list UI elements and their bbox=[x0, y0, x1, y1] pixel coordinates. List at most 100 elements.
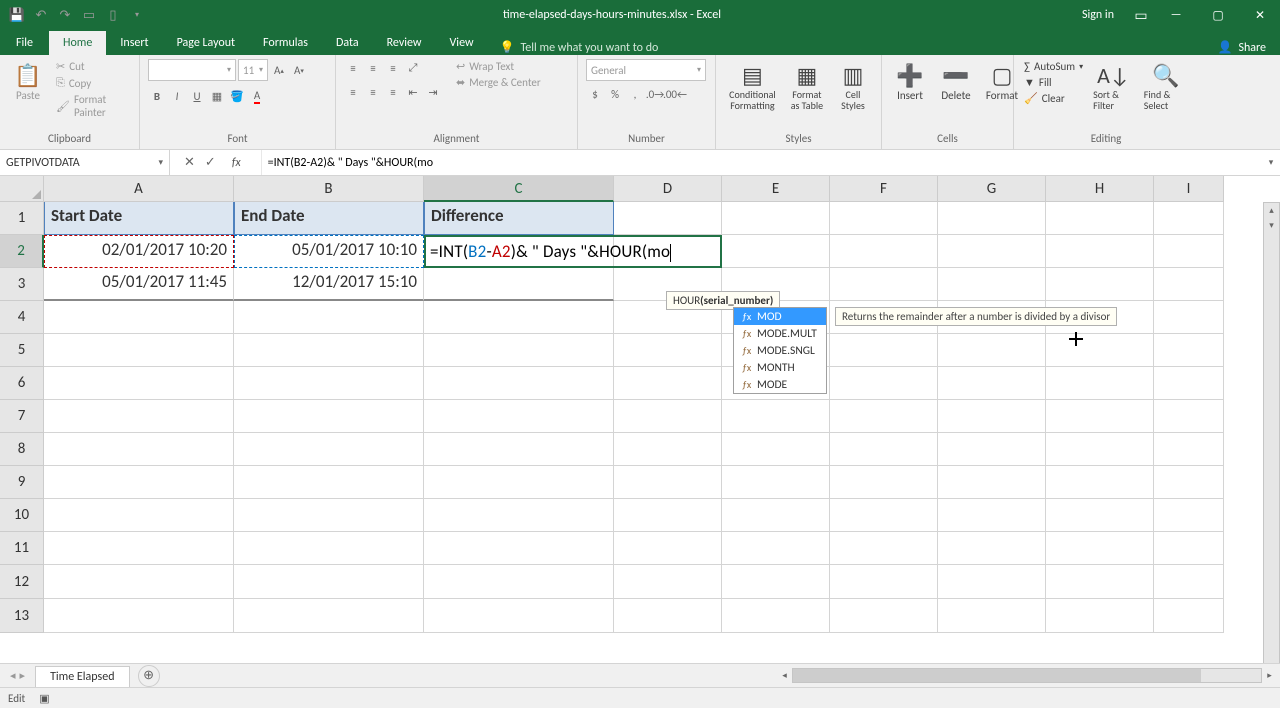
column-header-D[interactable]: D bbox=[614, 176, 722, 202]
number-format-select[interactable]: General▾ bbox=[586, 59, 706, 81]
font-size-input[interactable]: 11▾ bbox=[238, 59, 268, 81]
autocomplete-item[interactable]: ƒxMONTH bbox=[734, 359, 826, 376]
cell[interactable] bbox=[722, 532, 830, 565]
delete-cells-button[interactable]: ➖Delete bbox=[936, 59, 976, 104]
border-icon[interactable]: ▦ bbox=[208, 87, 226, 105]
cell[interactable] bbox=[1154, 268, 1224, 301]
editing-cell-C2[interactable]: =INT(B2-A2)& " Days "&HOUR(mo bbox=[424, 235, 722, 268]
row-header-4[interactable]: 4 bbox=[0, 301, 44, 334]
cell[interactable] bbox=[1046, 565, 1154, 599]
cell[interactable] bbox=[722, 466, 830, 499]
row-header-7[interactable]: 7 bbox=[0, 400, 44, 433]
cell[interactable] bbox=[234, 466, 424, 499]
cell[interactable] bbox=[830, 565, 938, 599]
save-icon[interactable]: 💾 bbox=[6, 4, 28, 26]
merge-center-button[interactable]: ⬌Merge & Center bbox=[454, 75, 543, 90]
qat-dropdown-icon[interactable]: ▾ bbox=[126, 4, 148, 26]
wrap-text-button[interactable]: ↩Wrap Text bbox=[454, 59, 543, 74]
cell[interactable] bbox=[722, 235, 830, 268]
underline-icon[interactable]: U bbox=[188, 87, 206, 105]
row-header-2[interactable]: 2 bbox=[0, 235, 44, 268]
cell[interactable] bbox=[1046, 202, 1154, 235]
cell[interactable] bbox=[722, 499, 830, 532]
indent-dec-icon[interactable]: ⇤ bbox=[404, 83, 422, 101]
cell[interactable] bbox=[44, 499, 234, 532]
cell-A3[interactable]: 05/01/2017 11:45 bbox=[44, 268, 234, 301]
fx-icon[interactable]: fx bbox=[226, 156, 247, 170]
cell[interactable] bbox=[830, 202, 938, 235]
ribbon-options-icon[interactable]: ▭ bbox=[1126, 7, 1156, 24]
cell[interactable] bbox=[424, 532, 614, 565]
scroll-up-icon[interactable]: ▴ bbox=[1264, 203, 1279, 218]
tab-file[interactable]: File bbox=[0, 31, 49, 55]
cell[interactable] bbox=[234, 532, 424, 565]
row-header-1[interactable]: 1 bbox=[0, 202, 44, 235]
cell[interactable] bbox=[424, 499, 614, 532]
minimize-icon[interactable]: — bbox=[1156, 0, 1196, 30]
cell[interactable] bbox=[614, 466, 722, 499]
cell[interactable] bbox=[44, 334, 234, 367]
cell[interactable] bbox=[44, 367, 234, 400]
maximize-icon[interactable]: ▢ bbox=[1198, 0, 1238, 30]
cell[interactable] bbox=[1046, 466, 1154, 499]
column-header-B[interactable]: B bbox=[234, 176, 424, 202]
tab-review[interactable]: Review bbox=[373, 31, 436, 55]
currency-icon[interactable]: $ bbox=[586, 85, 604, 103]
cell[interactable] bbox=[938, 268, 1046, 301]
clear-button[interactable]: 🧹Clear bbox=[1022, 91, 1085, 106]
cell-styles-button[interactable]: ▥Cell Styles bbox=[833, 59, 873, 113]
indent-inc-icon[interactable]: ⇥ bbox=[424, 83, 442, 101]
sheet-nav-next-icon[interactable]: ▸ bbox=[20, 669, 26, 682]
dec-decimal-icon[interactable]: .00← bbox=[666, 85, 684, 103]
sheet-nav-prev-icon[interactable]: ◂ bbox=[10, 669, 16, 682]
cell[interactable] bbox=[614, 499, 722, 532]
cut-button[interactable]: ✂Cut bbox=[54, 59, 131, 74]
align-bottom-icon[interactable]: ≡ bbox=[384, 59, 402, 77]
percent-icon[interactable]: % bbox=[606, 85, 624, 103]
cell[interactable] bbox=[938, 532, 1046, 565]
cell[interactable] bbox=[1154, 532, 1224, 565]
column-header-H[interactable]: H bbox=[1046, 176, 1154, 202]
cell[interactable] bbox=[614, 532, 722, 565]
name-box[interactable]: GETPIVOTDATA ▾ bbox=[0, 150, 170, 175]
row-header-6[interactable]: 6 bbox=[0, 367, 44, 400]
row-header-11[interactable]: 11 bbox=[0, 532, 44, 565]
align-middle-icon[interactable]: ≡ bbox=[364, 59, 382, 77]
cell[interactable] bbox=[938, 565, 1046, 599]
close-icon[interactable]: ✕ bbox=[1240, 0, 1280, 30]
cell[interactable] bbox=[614, 565, 722, 599]
cell[interactable] bbox=[1154, 565, 1224, 599]
cell[interactable] bbox=[614, 334, 722, 367]
horizontal-scrollbar[interactable]: ◂ ▸ bbox=[792, 668, 1262, 683]
cell[interactable] bbox=[1154, 367, 1224, 400]
column-header-I[interactable]: I bbox=[1154, 176, 1224, 202]
orientation-icon[interactable]: ⤢ bbox=[404, 59, 422, 77]
cell[interactable] bbox=[424, 466, 614, 499]
cell[interactable] bbox=[938, 499, 1046, 532]
cell[interactable] bbox=[1046, 599, 1154, 633]
cell[interactable] bbox=[722, 400, 830, 433]
cell[interactable] bbox=[1046, 235, 1154, 268]
qat-btn-1[interactable]: ▭ bbox=[78, 4, 100, 26]
autosum-button[interactable]: ∑AutoSum▾ bbox=[1022, 59, 1085, 74]
cell[interactable] bbox=[722, 202, 830, 235]
bold-icon[interactable]: B bbox=[148, 87, 166, 105]
tab-formulas[interactable]: Formulas bbox=[249, 31, 322, 55]
cell[interactable] bbox=[234, 400, 424, 433]
row-header-12[interactable]: 12 bbox=[0, 565, 44, 599]
redo-icon[interactable]: ↷ bbox=[54, 4, 76, 26]
cell[interactable] bbox=[938, 599, 1046, 633]
font-name-input[interactable]: ▾ bbox=[148, 59, 236, 81]
cell-A1[interactable]: Start Date bbox=[44, 202, 234, 235]
format-as-table-button[interactable]: ▦Format as Table bbox=[787, 59, 827, 113]
align-right-icon[interactable]: ≡ bbox=[384, 83, 402, 101]
conditional-formatting-button[interactable]: ▤Conditional Formatting bbox=[724, 59, 781, 113]
formula-expand-icon[interactable]: ▾ bbox=[1262, 157, 1280, 168]
select-all-corner[interactable] bbox=[0, 176, 44, 202]
cell[interactable] bbox=[1046, 499, 1154, 532]
grow-font-icon[interactable]: A▴ bbox=[270, 61, 288, 79]
cell[interactable] bbox=[1154, 235, 1224, 268]
comma-icon[interactable]: , bbox=[626, 85, 644, 103]
cell[interactable] bbox=[1154, 599, 1224, 633]
share-button[interactable]: 👤 Share bbox=[1203, 40, 1280, 55]
